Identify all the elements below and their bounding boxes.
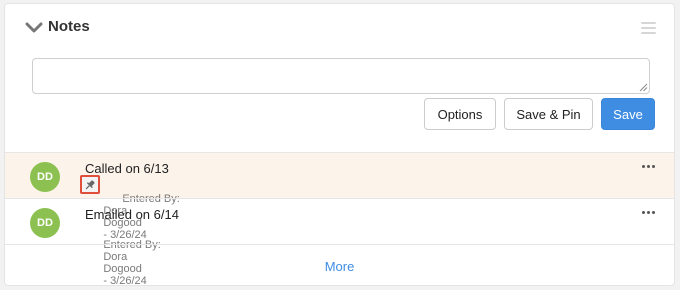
panel-title: Notes (48, 18, 90, 35)
avatar: DD (30, 208, 60, 238)
more-link[interactable]: More (5, 259, 674, 274)
notes-panel: Notes Options Save & Pin Save DD Called … (4, 3, 675, 286)
avatar: DD (30, 162, 60, 192)
note-row: DD Called on 6/13 Entered By: Dora Dogoo… (5, 152, 674, 241)
options-button[interactable]: Options (424, 98, 496, 130)
chevron-down-icon[interactable] (25, 21, 43, 35)
notes-header: Notes (5, 4, 674, 52)
note-text: Called on 6/13 (85, 161, 169, 176)
note-text: Emailed on 6/14 (85, 207, 179, 222)
more-row: More (5, 244, 674, 285)
save-and-pin-button[interactable]: Save & Pin (504, 98, 593, 130)
more-options-icon[interactable] (642, 165, 656, 171)
note-row: DD Emailed on 6/14 Entered By: Dora Dogo… (5, 198, 674, 285)
hamburger-menu-icon[interactable] (641, 22, 656, 35)
save-button[interactable]: Save (601, 98, 655, 130)
note-input[interactable] (32, 58, 650, 94)
more-options-icon[interactable] (642, 211, 656, 217)
